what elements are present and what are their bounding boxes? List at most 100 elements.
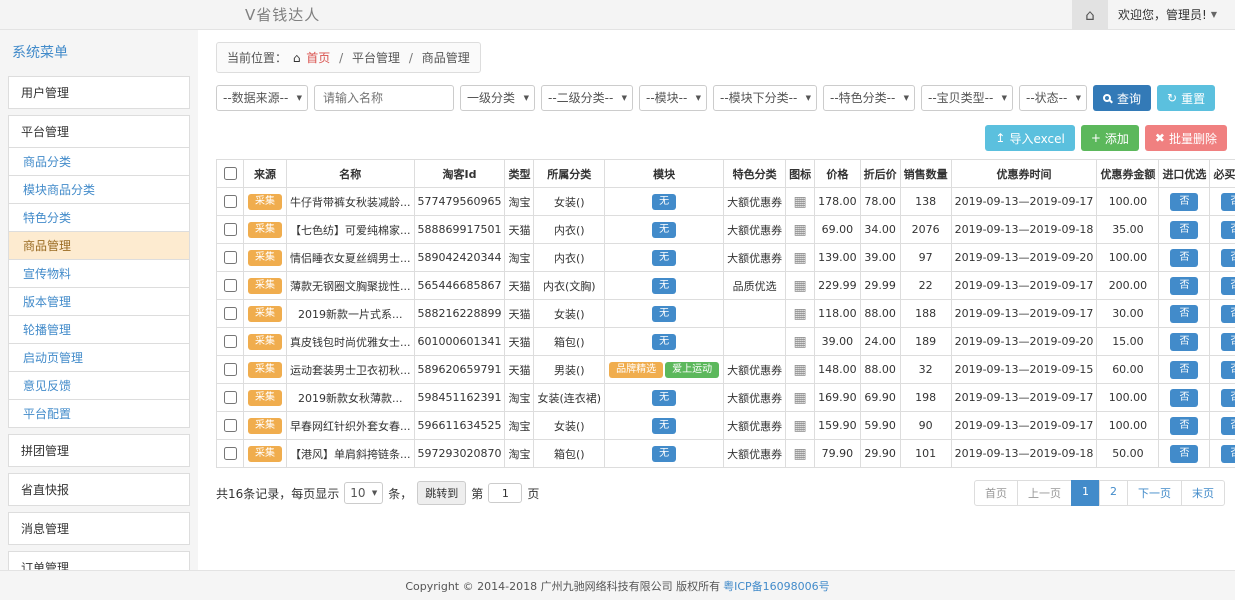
sidebar-subitem[interactable]: 商品分类 (8, 147, 190, 176)
import-toggle-button[interactable]: 否 (1170, 221, 1198, 239)
import-toggle-button[interactable]: 否 (1170, 417, 1198, 435)
reset-button[interactable]: ↻ 重置 (1157, 85, 1215, 111)
row-checkbox[interactable] (224, 391, 237, 404)
filter-select[interactable]: --特色分类-- (823, 85, 915, 111)
import-toggle-button[interactable]: 否 (1170, 305, 1198, 323)
pager-button[interactable]: 1 (1071, 480, 1100, 506)
product-thumbnail: ▦ (792, 446, 808, 462)
cell-must-buy: 否 (1210, 440, 1235, 468)
jump-button[interactable]: 跳转到 (417, 481, 466, 505)
sidebar-subitem[interactable]: 平台配置 (8, 399, 190, 428)
pager-button[interactable]: 首页 (974, 480, 1018, 506)
filter-select[interactable]: --状态-- (1019, 85, 1087, 111)
row-checkbox[interactable] (224, 195, 237, 208)
sidebar-subitem[interactable]: 启动页管理 (8, 343, 190, 372)
row-checkbox[interactable] (224, 251, 237, 264)
filter-select[interactable]: --模块-- (639, 85, 707, 111)
module-badge: 无 (652, 446, 676, 462)
row-checkbox[interactable] (224, 307, 237, 320)
import-toggle-button[interactable]: 否 (1170, 277, 1198, 295)
pager-button[interactable]: 下一页 (1127, 480, 1182, 506)
filter-select-wrap: --二级分类-- (541, 85, 633, 111)
must-buy-toggle-button[interactable]: 否 (1221, 249, 1235, 267)
cell-coupon-amount: 15.00 (1097, 328, 1159, 356)
must-buy-toggle-button[interactable]: 否 (1221, 389, 1235, 407)
filter-select[interactable]: --模块下分类-- (713, 85, 817, 111)
cell-price: 169.90 (815, 384, 861, 412)
home-button[interactable]: ⌂ (1072, 0, 1108, 30)
row-checkbox[interactable] (224, 223, 237, 236)
sidebar-item[interactable]: 消息管理 (8, 512, 190, 545)
sidebar-subitem[interactable]: 特色分类 (8, 203, 190, 232)
home-icon: ⌂ (1085, 6, 1095, 24)
filter-select-source-wrap: --数据来源-- (216, 85, 308, 111)
row-checkbox[interactable] (224, 447, 237, 460)
cell-price: 69.00 (815, 216, 861, 244)
per-page-select[interactable]: 10 (344, 482, 383, 504)
cell-sales: 198 (900, 384, 951, 412)
add-button[interactable]: + 添加 (1081, 125, 1139, 151)
search-button[interactable]: 查询 (1093, 85, 1151, 111)
filter-select-source[interactable]: --数据来源-- (216, 85, 308, 111)
row-checkbox[interactable] (224, 279, 237, 292)
source-badge: 采集 (248, 222, 282, 238)
must-buy-toggle-button[interactable]: 否 (1221, 333, 1235, 351)
sidebar-subitem[interactable]: 宣传物料 (8, 259, 190, 288)
batch-delete-button[interactable]: ✖ 批量删除 (1145, 125, 1227, 151)
user-menu[interactable]: 欢迎您，管理员! ▼ (1118, 6, 1217, 23)
module-badge: 品牌精选 (609, 362, 663, 378)
import-toggle-button[interactable]: 否 (1170, 249, 1198, 267)
top-header: V省钱达人 ⌂ 欢迎您，管理员! ▼ (0, 0, 1235, 30)
pager-button[interactable]: 末页 (1181, 480, 1225, 506)
sidebar-menu: 用户管理平台管理商品分类模块商品分类特色分类商品管理宣传物料版本管理轮播管理启动… (8, 76, 190, 570)
must-buy-toggle-button[interactable]: 否 (1221, 445, 1235, 463)
filter-select[interactable]: 一级分类 (460, 85, 535, 111)
pager-button[interactable]: 上一页 (1017, 480, 1072, 506)
pager-button[interactable]: 2 (1099, 480, 1128, 506)
must-buy-toggle-button[interactable]: 否 (1221, 305, 1235, 323)
sidebar-subitem[interactable]: 轮播管理 (8, 315, 190, 344)
row-checkbox[interactable] (224, 363, 237, 376)
table-row: 采集真皮钱包时尚优雅女士...601000601341天猫箱包()无▦39.00… (217, 328, 1235, 356)
cell-type: 天猫 (505, 300, 534, 328)
import-excel-button[interactable]: ↥ 导入excel (985, 125, 1074, 151)
must-buy-toggle-button[interactable]: 否 (1221, 277, 1235, 295)
import-toggle-button[interactable]: 否 (1170, 361, 1198, 379)
batch-delete-label: 批量删除 (1169, 130, 1217, 147)
import-toggle-button[interactable]: 否 (1170, 333, 1198, 351)
import-toggle-button[interactable]: 否 (1170, 389, 1198, 407)
page-number-input[interactable] (488, 483, 522, 503)
cell-taoke-id: 601000601341 (414, 328, 505, 356)
breadcrumb-home-link[interactable]: 首页 (306, 51, 330, 65)
sidebar-subitem[interactable]: 商品管理 (8, 231, 190, 260)
must-buy-toggle-button[interactable]: 否 (1221, 361, 1235, 379)
must-buy-toggle-button[interactable]: 否 (1221, 221, 1235, 239)
name-search-input[interactable] (314, 85, 454, 111)
cell-name: 【七色纺】可爱纯棉家... (287, 216, 415, 244)
select-all-checkbox[interactable] (224, 167, 237, 180)
import-toggle-button[interactable]: 否 (1170, 445, 1198, 463)
sidebar-item[interactable]: 拼团管理 (8, 434, 190, 467)
cell-icon: ▦ (786, 440, 815, 468)
icp-link[interactable]: 粤ICP备16098006号 (723, 578, 830, 594)
products-table: 来源名称淘客Id类型所属分类模块特色分类图标价格折后价销售数量优惠券时间优惠券金… (216, 159, 1235, 468)
sidebar-subitem[interactable]: 版本管理 (8, 287, 190, 316)
sidebar-subitem[interactable]: 模块商品分类 (8, 175, 190, 204)
filter-select[interactable]: --二级分类-- (541, 85, 633, 111)
sidebar-item[interactable]: 用户管理 (8, 76, 190, 109)
cell-module: 无 (605, 328, 724, 356)
cell-coupon-time: 2019-09-13—2019-09-15 (951, 356, 1097, 384)
sidebar-item[interactable]: 平台管理 (8, 115, 190, 148)
import-toggle-button[interactable]: 否 (1170, 193, 1198, 211)
sidebar-subitem[interactable]: 意见反馈 (8, 371, 190, 400)
sidebar-item[interactable]: 省直快报 (8, 473, 190, 506)
cell-module: 无 (605, 412, 724, 440)
row-checkbox[interactable] (224, 335, 237, 348)
must-buy-toggle-button[interactable]: 否 (1221, 193, 1235, 211)
cell-coupon-amount: 35.00 (1097, 216, 1159, 244)
sidebar-item[interactable]: 订单管理 (8, 551, 190, 570)
must-buy-toggle-button[interactable]: 否 (1221, 417, 1235, 435)
row-checkbox[interactable] (224, 419, 237, 432)
module-badge: 无 (652, 222, 676, 238)
filter-select[interactable]: --宝贝类型-- (921, 85, 1013, 111)
